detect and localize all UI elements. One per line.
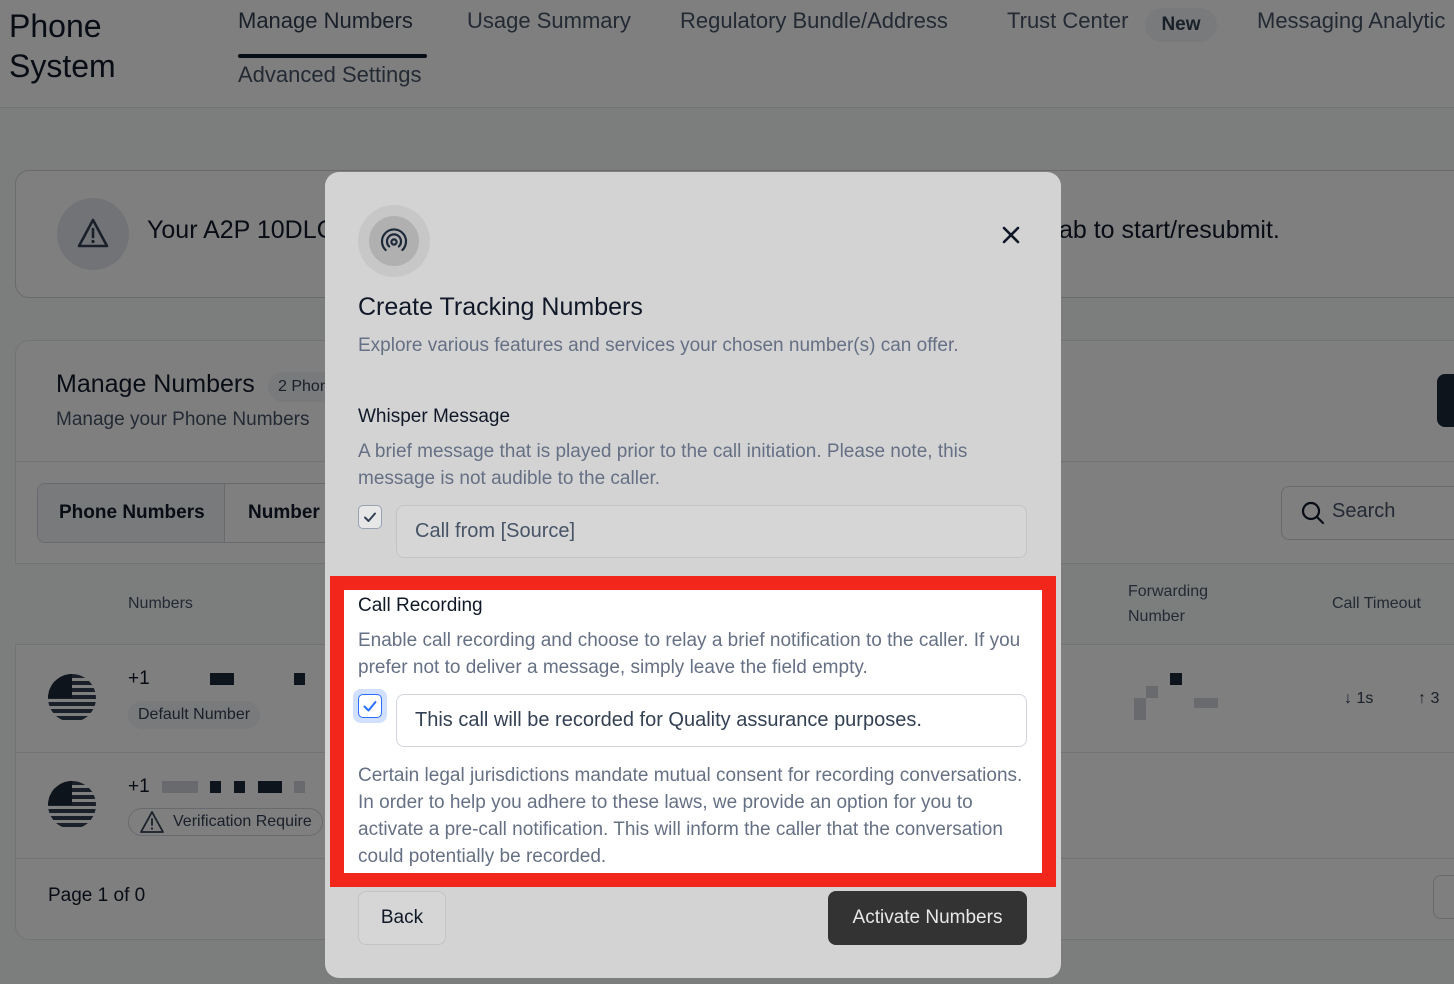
call-recording-title: Call Recording [358, 595, 483, 616]
close-icon[interactable] [996, 220, 1026, 250]
call-recording-message-input[interactable]: This call will be recorded for Quality a… [396, 694, 1027, 747]
call-recording-consent-note: Certain legal jurisdictions mandate mutu… [358, 765, 1023, 867]
broadcast-signal-icon [380, 228, 408, 252]
call-recording-checkbox[interactable] [358, 694, 382, 718]
activate-numbers-button[interactable]: Activate Numbers [828, 891, 1027, 945]
modal-subtitle: Explore various features and services yo… [358, 335, 959, 356]
whisper-message-description: A brief message that is played prior to … [358, 441, 968, 489]
modal-title: Create Tracking Numbers [358, 293, 643, 321]
whisper-message-title: Whisper Message [358, 406, 511, 427]
call-recording-description: Enable call recording and choose to rela… [358, 630, 1021, 678]
checkmark-icon [364, 512, 376, 522]
checkmark-icon [363, 701, 377, 712]
back-button[interactable]: Back [358, 891, 446, 945]
whisper-message-input[interactable]: Call from [Source] [396, 505, 1027, 558]
whisper-message-checkbox[interactable] [358, 505, 382, 529]
